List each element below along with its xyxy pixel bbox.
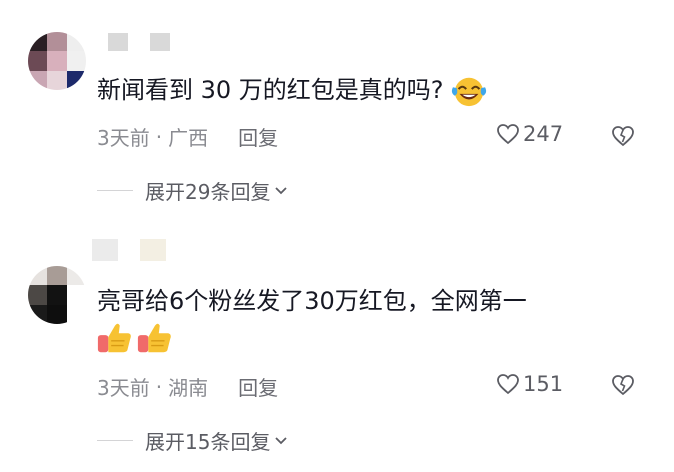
meta-separator: · — [155, 374, 163, 399]
comment-location: 广西 — [168, 126, 209, 150]
like-button[interactable]: 247 — [496, 122, 563, 146]
chevron-down-icon — [275, 436, 288, 444]
expand-replies-label: 展开29条回复 — [145, 180, 271, 204]
reply-button[interactable]: 回复 — [238, 122, 278, 151]
blurred-username[interactable] — [108, 33, 170, 51]
blurred-username[interactable] — [92, 239, 166, 261]
divider-line — [97, 440, 133, 441]
expand-replies-label: 展开15条回复 — [145, 430, 271, 454]
heart-outline-icon — [497, 374, 519, 395]
like-count: 151 — [523, 372, 564, 396]
comment-time: 3天前 — [97, 126, 150, 150]
expand-replies-button[interactable]: 展开15条回复 — [97, 426, 288, 455]
comment-text: 亮哥给6个粉丝发了30万红包，全网第一 — [97, 285, 527, 317]
divider-line — [97, 190, 133, 191]
chevron-down-icon — [275, 186, 288, 194]
avatar[interactable] — [28, 32, 86, 90]
comment-location: 湖南 — [168, 376, 209, 400]
comment-text-body: 亮哥给6个粉丝发了30万红包，全网第一 — [97, 287, 527, 315]
emoji-group — [96, 318, 174, 356]
blurred-avatar-image — [28, 32, 86, 90]
reply-button[interactable]: 回复 — [238, 372, 278, 401]
laughing-crying-emoji-icon — [451, 77, 486, 107]
broken-heart-icon[interactable] — [611, 373, 635, 397]
expand-replies-button[interactable]: 展开29条回复 — [97, 176, 288, 205]
avatar[interactable] — [28, 266, 86, 324]
heart-outline-icon — [497, 124, 519, 145]
comment-meta: 3天前 · 广西 回复 — [97, 122, 278, 151]
thumbs-up-emoji-icon — [97, 323, 131, 353]
comment-item: 新闻看到 30 万的红包是真的吗? 3天前 · 广西 回复 247 展开29条回… — [0, 0, 674, 236]
comment-item: 亮哥给6个粉丝发了30万红包，全网第一 3天前 · 湖南 回复 151 展开15… — [0, 236, 674, 472]
comment-meta: 3天前 · 湖南 回复 — [97, 372, 278, 401]
comment-time: 3天前 — [97, 376, 150, 400]
broken-heart-icon[interactable] — [611, 124, 635, 148]
like-button[interactable]: 151 — [496, 372, 563, 396]
comment-text-body: 新闻看到 30 万的红包是真的吗? — [97, 76, 444, 104]
like-count: 247 — [523, 122, 564, 146]
meta-separator: · — [155, 124, 163, 149]
comment-text: 新闻看到 30 万的红包是真的吗? — [97, 74, 488, 108]
thumbs-up-emoji-icon — [137, 323, 171, 353]
blurred-avatar-image — [28, 266, 86, 324]
